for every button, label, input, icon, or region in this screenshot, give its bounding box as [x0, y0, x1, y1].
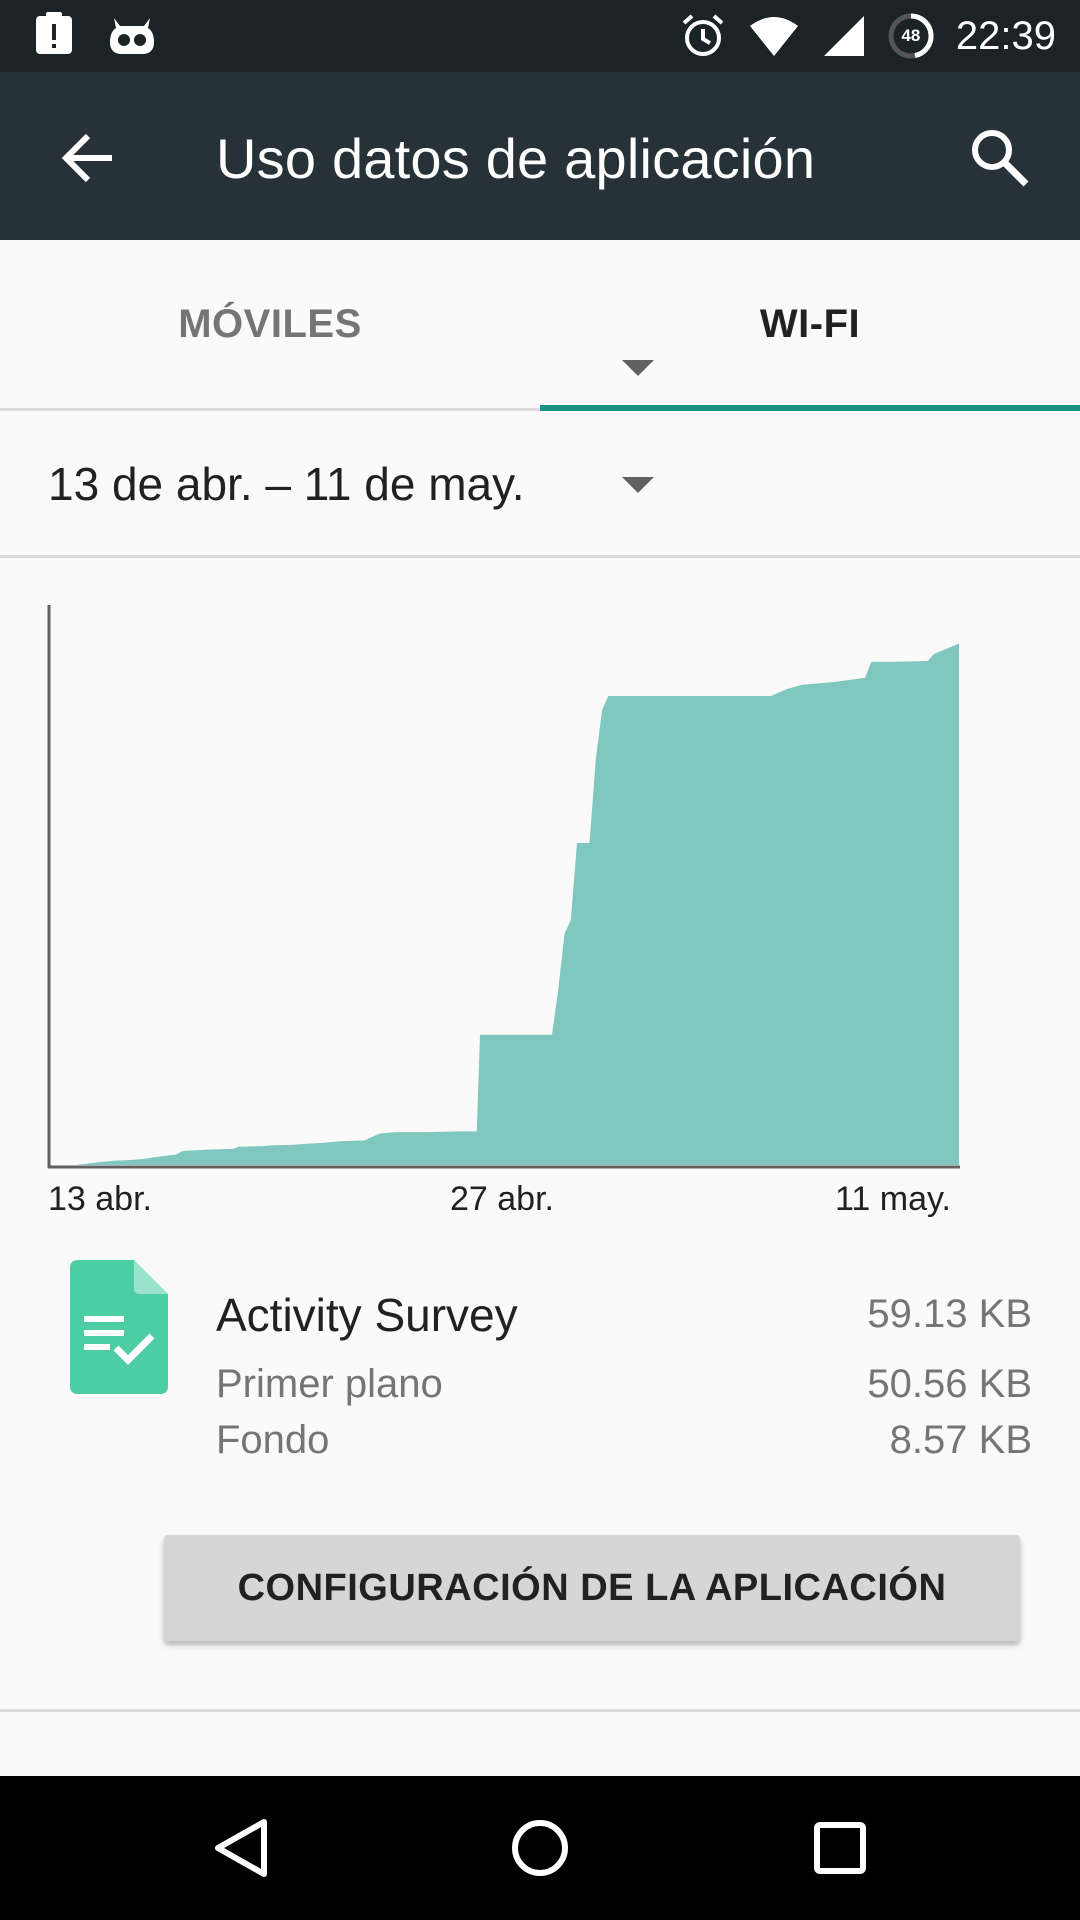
x-tick-label-mid: 27 abr. — [450, 1180, 554, 1218]
battery-icon: 48 — [888, 13, 934, 59]
background-label: Fondo — [216, 1418, 330, 1462]
document-check-icon — [70, 1260, 168, 1394]
alarm-icon — [682, 14, 724, 56]
home-nav-icon[interactable] — [490, 1798, 590, 1898]
status-bar: 48 22:39 — [0, 0, 1080, 72]
x-tick-label-start: 13 abr. — [48, 1180, 152, 1218]
search-icon[interactable] — [964, 122, 1036, 194]
app-bar: Uso datos de aplicación — [0, 72, 1080, 240]
arrow-back-icon[interactable] — [52, 122, 124, 194]
period-label: 13 de abr. – 11 de may. — [48, 458, 525, 510]
tab-wifi[interactable]: WI-FI — [540, 240, 1080, 408]
cyanogen-mod-icon — [110, 18, 154, 54]
foreground-value: 50.56 KB — [867, 1362, 1032, 1406]
period-selector[interactable]: 13 de abr. – 11 de may. — [0, 411, 1080, 558]
usage-area-series — [51, 643, 959, 1165]
back-nav-icon[interactable] — [190, 1798, 290, 1898]
usage-chart: 13 abr. 27 abr. 11 may. — [40, 600, 980, 1240]
notification-alert-icon — [36, 12, 72, 54]
clock: 22:39 — [955, 13, 1056, 58]
x-tick-label-end: 11 may. — [835, 1180, 951, 1218]
wifi-icon — [749, 17, 798, 56]
app-name: Activity Survey — [216, 1289, 518, 1341]
network-tabs: MÓVILES WI-FI — [0, 240, 1080, 411]
page-title: Uso datos de aplicación — [216, 127, 816, 190]
app-settings-button[interactable]: CONFIGURACIÓN DE LA APLICACIÓN — [164, 1535, 1020, 1641]
app-usage-row[interactable]: Activity Survey 59.13 KB Primer plano 50… — [0, 1250, 1080, 1480]
battery-level: 48 — [901, 26, 921, 45]
recents-nav-icon[interactable] — [790, 1798, 890, 1898]
usage-chart-svg — [47, 605, 960, 1169]
app-total-usage: 59.13 KB — [867, 1292, 1032, 1336]
background-value: 8.57 KB — [889, 1418, 1032, 1462]
cell-signal-icon — [823, 16, 864, 56]
foreground-label: Primer plano — [216, 1362, 443, 1406]
divider — [0, 1709, 1080, 1712]
navigation-bar — [0, 1776, 1080, 1920]
period-dropdown-caret-icon[interactable] — [622, 477, 654, 493]
network-dropdown-caret-icon[interactable] — [622, 360, 654, 376]
tab-mobile[interactable]: MÓVILES — [0, 240, 540, 408]
